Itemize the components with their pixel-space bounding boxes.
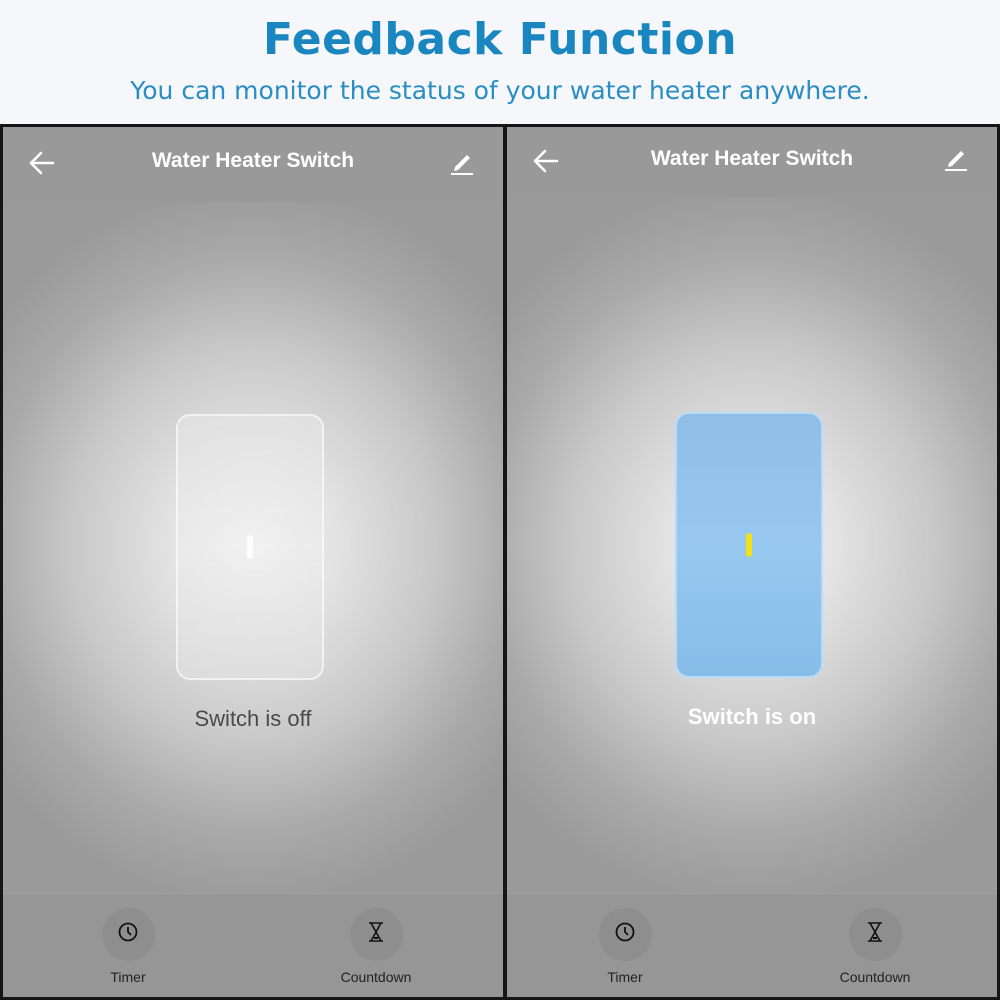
banner-header: Feedback Function You can monitor the st…: [0, 0, 1000, 124]
bottom-action-bar: Timer Countdown: [507, 893, 997, 997]
top-bar: Water Heater Switch: [3, 127, 503, 202]
screen-switch-off: Water Heater Switch Switch is off Timer …: [3, 127, 503, 997]
clock-icon: [117, 921, 139, 948]
switch-status-text: Switch is off: [194, 706, 312, 731]
bottom-action-bar: Timer Countdown: [3, 893, 503, 997]
countdown-button-circle: [848, 908, 902, 961]
countdown-label: Countdown: [340, 969, 412, 985]
switch-indicator: [746, 533, 752, 557]
pencil-icon[interactable]: [449, 149, 475, 177]
clock-icon: [614, 921, 636, 948]
timer-button[interactable]: Timer: [570, 908, 680, 985]
timer-button[interactable]: Timer: [73, 908, 183, 985]
countdown-button[interactable]: Countdown: [820, 908, 930, 985]
countdown-button[interactable]: Countdown: [321, 908, 431, 985]
timer-button-circle: [101, 908, 155, 961]
banner-title: Feedback Function: [262, 14, 738, 65]
screen-title: Water Heater Switch: [650, 147, 854, 170]
switch-status-text: Switch is on: [687, 704, 817, 729]
screen-title: Water Heater Switch: [151, 149, 355, 172]
switch-toggle-panel[interactable]: [675, 412, 823, 678]
timer-label: Timer: [607, 969, 643, 985]
switch-indicator: [247, 535, 253, 559]
top-bar: Water Heater Switch: [507, 127, 997, 197]
timer-label: Timer: [110, 969, 146, 985]
pencil-icon[interactable]: [943, 145, 969, 173]
switch-toggle-panel[interactable]: [176, 414, 324, 680]
hourglass-icon: [865, 921, 885, 948]
countdown-button-circle: [349, 908, 403, 961]
countdown-label: Countdown: [839, 969, 911, 985]
banner-subtitle: You can monitor the status of your water…: [130, 76, 870, 105]
screen-switch-on: Water Heater Switch Switch is on Timer C…: [507, 127, 997, 997]
timer-button-circle: [598, 908, 652, 961]
hourglass-icon: [366, 921, 386, 948]
